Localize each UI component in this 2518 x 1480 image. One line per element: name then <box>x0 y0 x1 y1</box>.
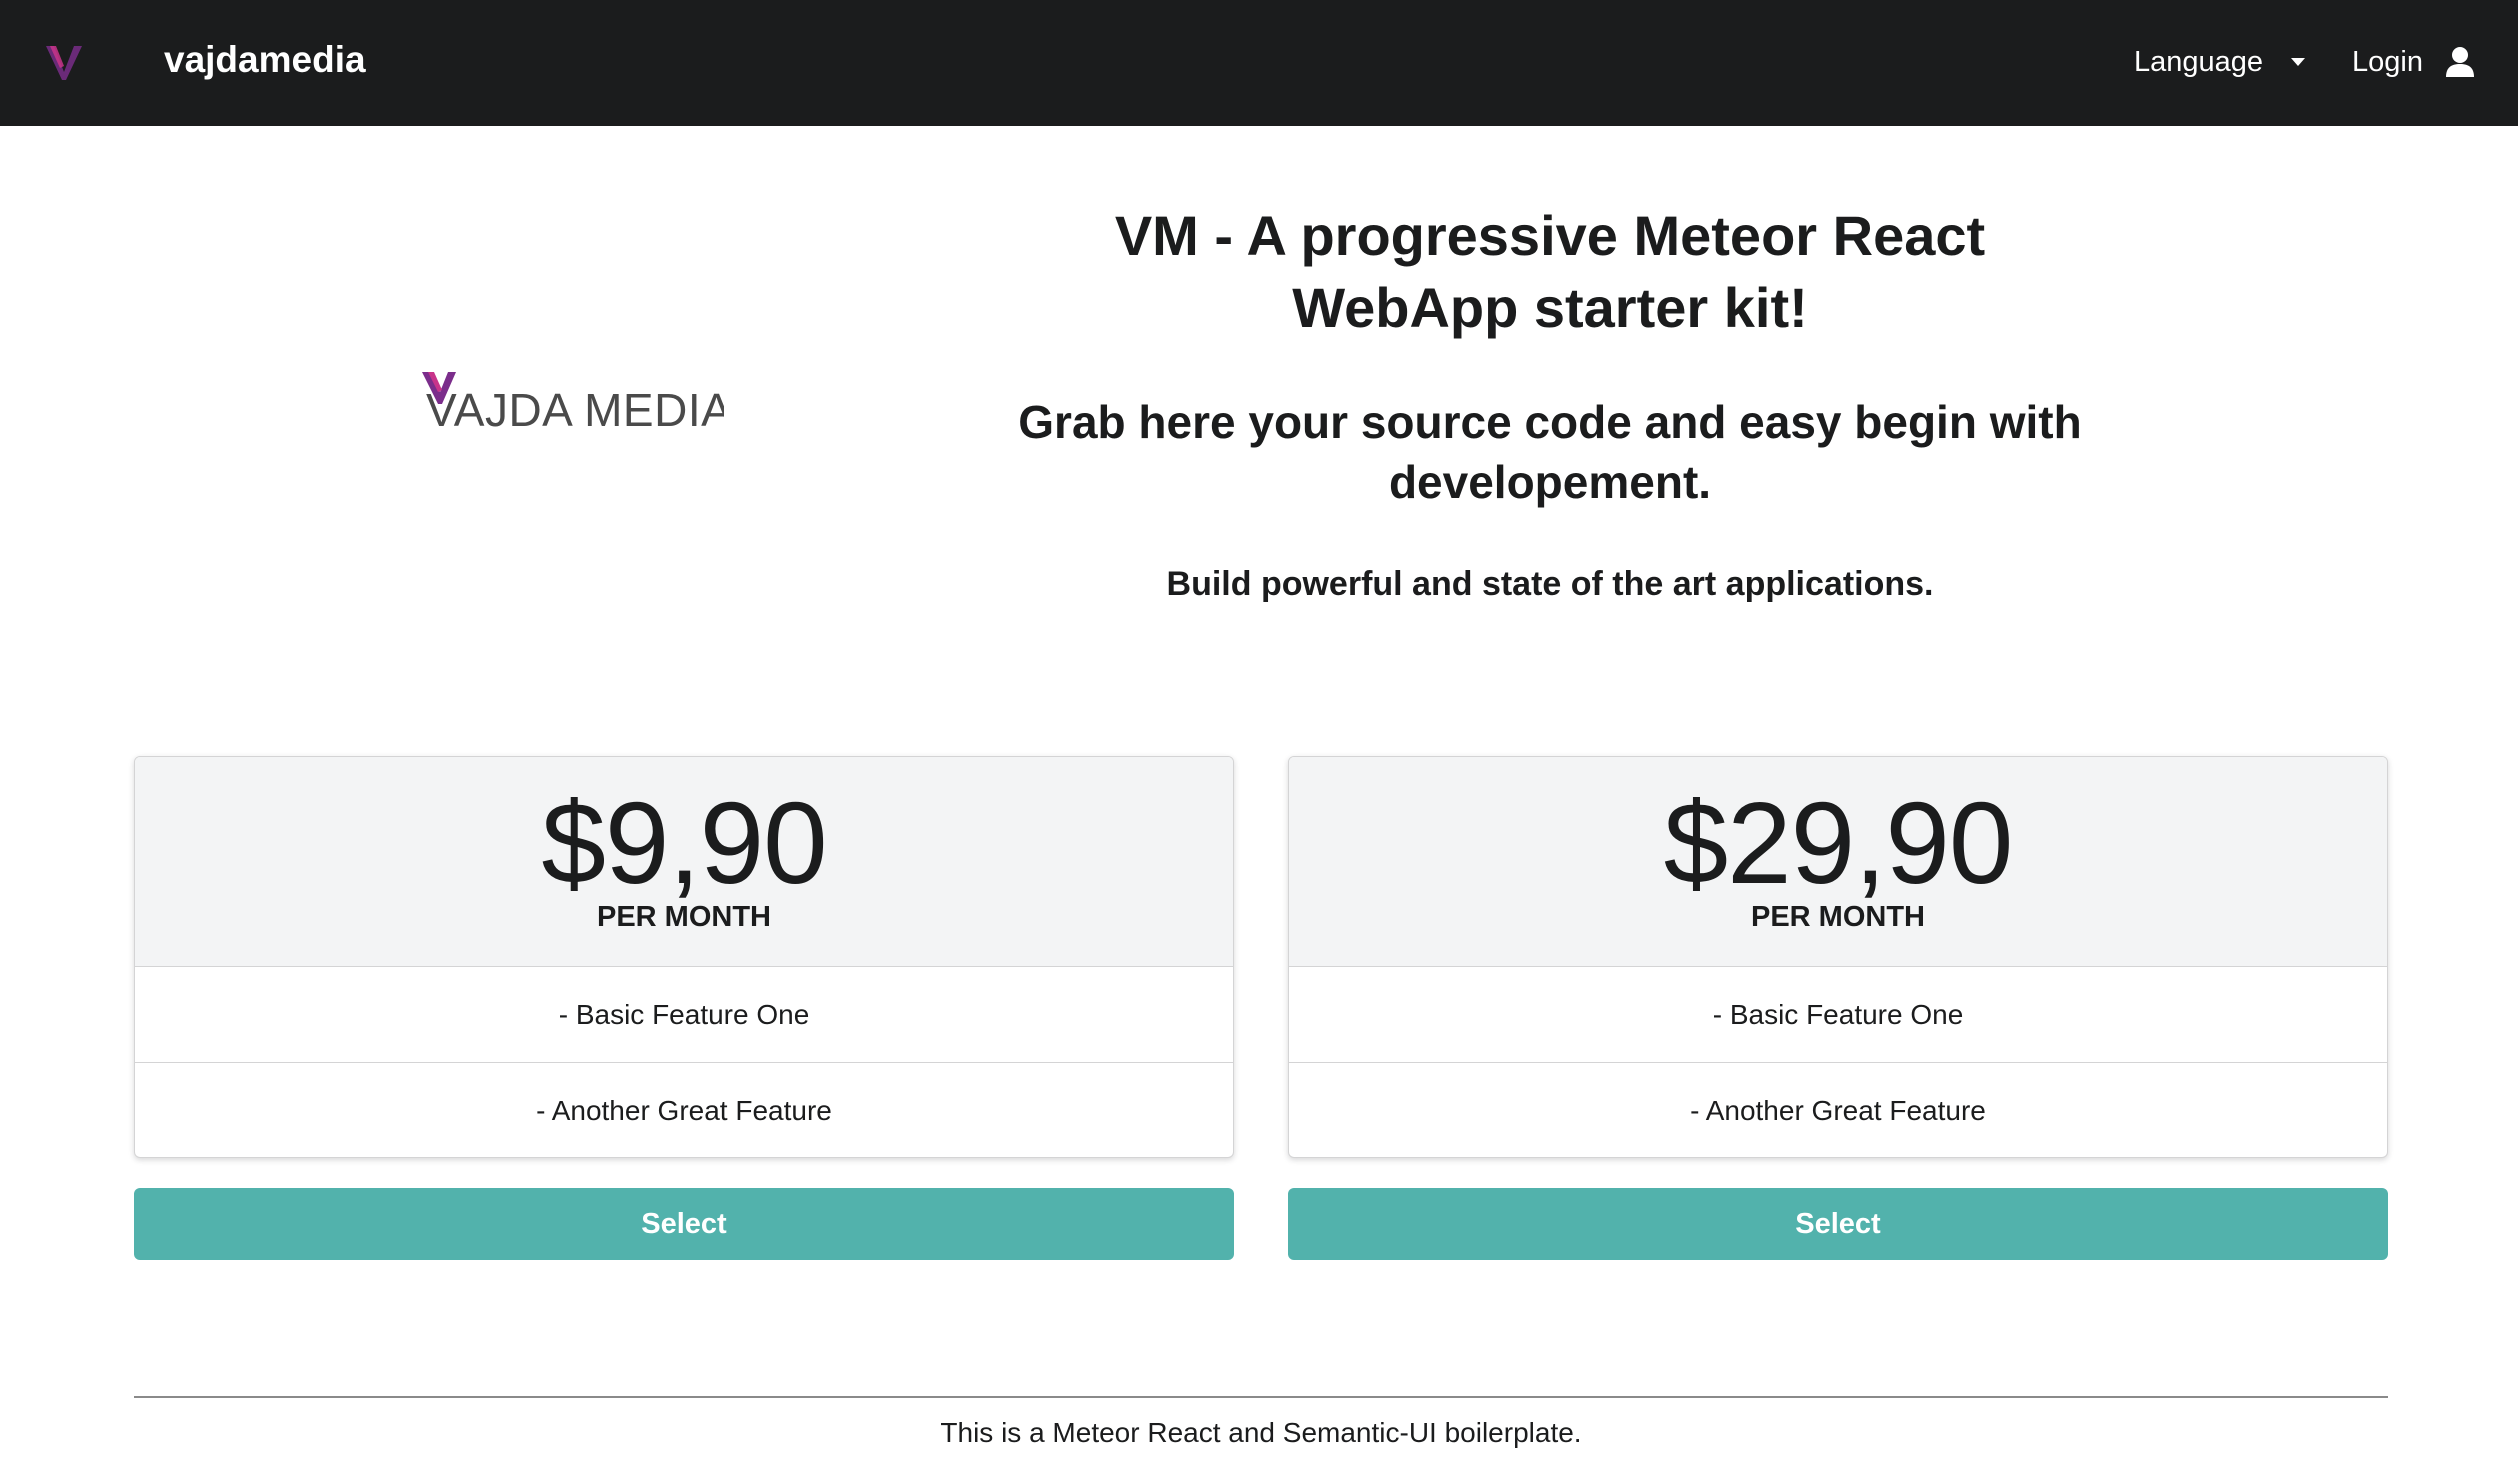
select-plan-button[interactable]: Select <box>134 1188 1234 1260</box>
brand-name[interactable]: vajdamedia <box>164 34 366 86</box>
logo-wordmark: VAJDA MEDIA <box>426 384 724 436</box>
caret-down-icon <box>2291 58 2306 66</box>
pricing-card-header: $9,90 PER MONTH <box>135 757 1233 967</box>
pricing-card-header: $29,90 PER MONTH <box>1289 757 2387 967</box>
price-period: PER MONTH <box>1751 901 1925 933</box>
language-label: Language <box>2134 46 2264 78</box>
hero-title: VM - A progressive Meteor React WebApp s… <box>1114 204 1986 339</box>
hero-tagline: Build powerful and state of the art appl… <box>1166 565 1934 603</box>
login-label: Login <box>2352 46 2423 78</box>
language-dropdown[interactable]: Language <box>2134 40 2306 84</box>
hero-subtitle: Grab here your source code and easy begi… <box>1018 396 2082 508</box>
select-plan-button[interactable]: Select <box>1288 1188 2388 1260</box>
feature-item: - Basic Feature One <box>1289 967 2387 1063</box>
feature-item: - Another Great Feature <box>1690 1095 1986 1126</box>
feature-item: - Another Great Feature <box>536 1095 832 1126</box>
login-button[interactable]: Login <box>2352 40 2475 84</box>
price: $9,90 <box>541 778 827 908</box>
feature-item: - Basic Feature One <box>135 967 1233 1063</box>
user-icon <box>2445 47 2474 77</box>
vajda-media-logo: VAJDA MEDIA <box>422 372 724 436</box>
vm-logo-icon[interactable] <box>40 38 88 86</box>
price-period: PER MONTH <box>597 901 771 933</box>
top-navbar: vajdamedia Language Login <box>0 0 2518 126</box>
pricing-card-basic: $9,90 PER MONTH - Basic Feature One - An… <box>134 756 1234 1158</box>
footer-divider <box>134 1396 2388 1398</box>
price: $29,90 <box>1663 778 2014 908</box>
pricing-card-premium: $29,90 PER MONTH - Basic Feature One - A… <box>1288 756 2388 1158</box>
footer-text: This is a Meteor React and Semantic-UI b… <box>940 1417 1582 1448</box>
